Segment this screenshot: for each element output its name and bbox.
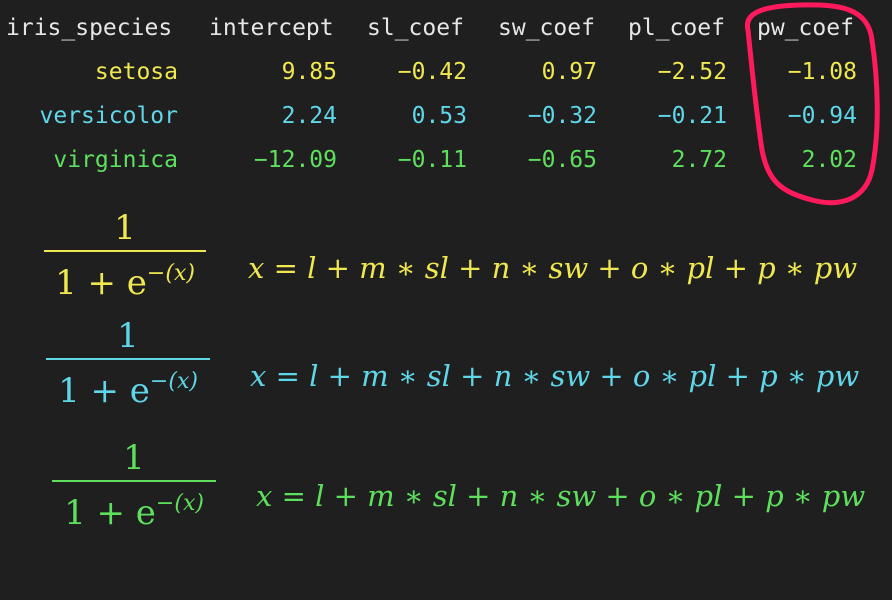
- fraction-denominator: 1 + e−(x): [58, 369, 198, 411]
- equation-virginica: x = l + m ∗ sl + n ∗ sw + o ∗ pl + p ∗ p…: [256, 479, 866, 513]
- fraction-numerator: 1: [117, 316, 139, 356]
- equation-versicolor: x = l + m ∗ sl + n ∗ sw + o ∗ pl + p ∗ p…: [250, 359, 860, 393]
- fraction-denominator: 1 + e−(x): [64, 491, 204, 533]
- fraction-numerator: 1: [114, 208, 136, 248]
- fraction-numerator: 1: [123, 438, 145, 478]
- fraction-bar: [46, 358, 210, 360]
- fraction-bar: [44, 250, 206, 252]
- sigmoid-fraction-versicolor: 1 1 + e−(x): [46, 316, 210, 411]
- fraction-denominator: 1 + e−(x): [55, 261, 195, 303]
- equation-setosa: x = l + m ∗ sl + n ∗ sw + o ∗ pl + p ∗ p…: [248, 251, 858, 285]
- sigmoid-fraction-virginica: 1 1 + e−(x): [52, 438, 216, 533]
- fraction-bar: [52, 480, 216, 482]
- sigmoid-fraction-setosa: 1 1 + e−(x): [44, 208, 206, 303]
